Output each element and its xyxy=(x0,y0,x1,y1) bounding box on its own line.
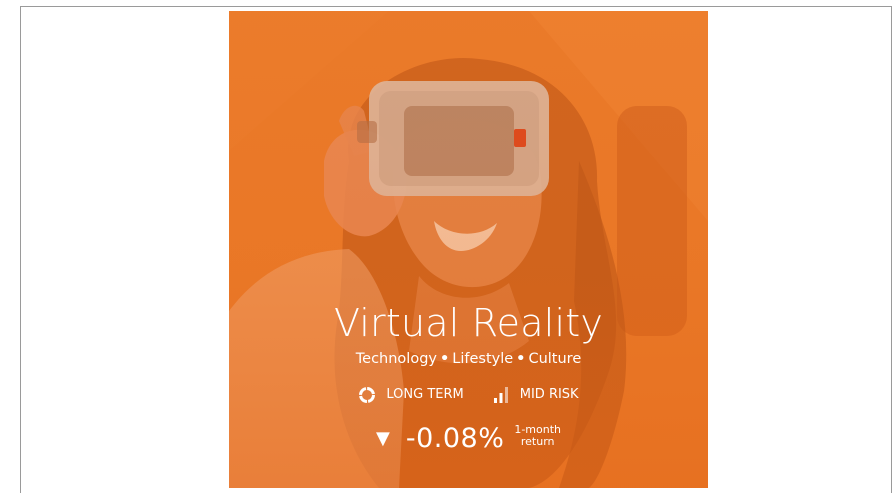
tag-technology: Technology xyxy=(355,351,437,367)
circle-segments-icon xyxy=(359,387,376,403)
risk-indicator: MID RISK xyxy=(492,385,579,405)
category-tags: Technology • Lifestyle • Culture xyxy=(229,349,708,369)
horizon-label: LONG TERM xyxy=(386,387,464,402)
tag-separator: • xyxy=(439,351,450,367)
horizon-indicator: LONG TERM xyxy=(358,385,464,405)
tag-lifestyle: Lifestyle xyxy=(452,351,514,367)
return-value: -0.08% xyxy=(405,423,505,454)
risk-label: MID RISK xyxy=(519,387,579,402)
tag-separator: • xyxy=(516,351,526,367)
theme-card-virtual-reality[interactable]: Virtual Reality Technology • Lifestyle • Cul… xyxy=(229,11,708,488)
performance-row: ▼ -0.08% 1-month return xyxy=(229,423,708,454)
card-title: Virtual Reality xyxy=(333,301,604,345)
signal-bars-icon xyxy=(493,387,508,403)
tag-culture: Culture xyxy=(528,351,582,367)
return-caption-line2: return xyxy=(520,434,555,448)
return-caption: 1-month return xyxy=(514,423,561,448)
triangle-down-icon: ▼ xyxy=(375,428,390,449)
card-meta: LONG TERM MID RISK xyxy=(229,385,708,405)
orange-overlay xyxy=(229,11,708,488)
